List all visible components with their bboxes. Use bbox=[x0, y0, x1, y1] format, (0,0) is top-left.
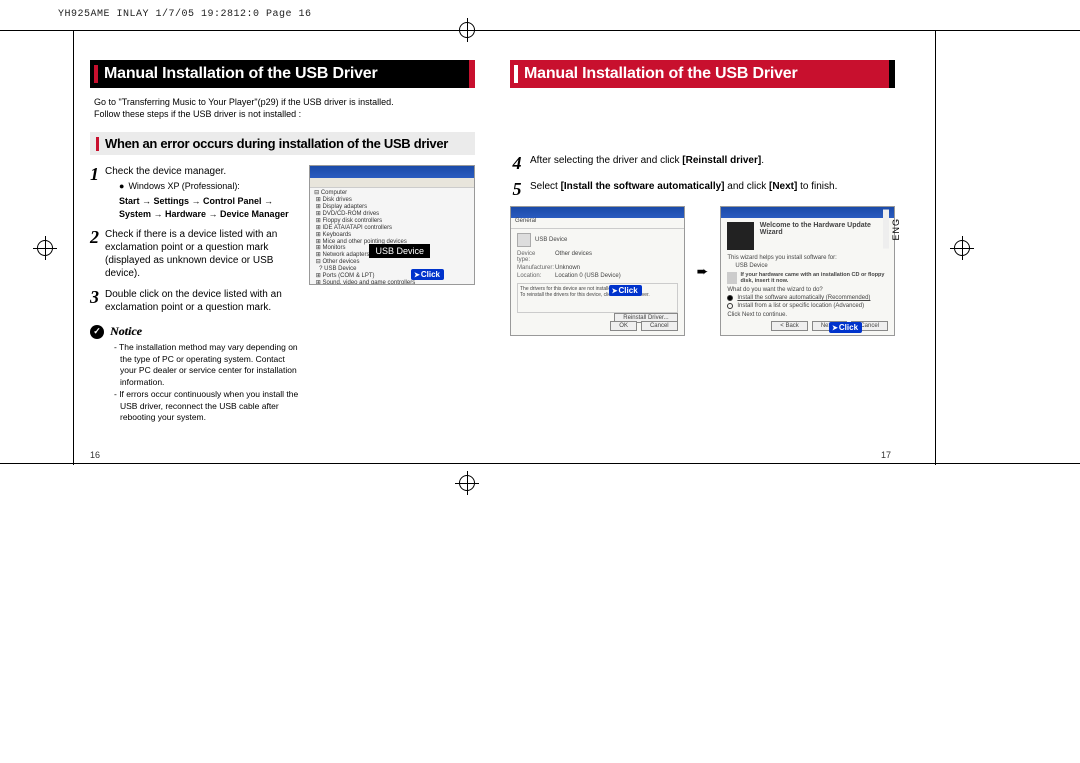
click-badge: Click bbox=[411, 269, 444, 280]
imposition-header: YH925AME INLAY 1/7/05 19:2812:0 Page 16 bbox=[58, 9, 312, 20]
click-badge: Click bbox=[829, 322, 862, 333]
title-endcap bbox=[889, 60, 895, 88]
section-heading: When an error occurs during installation… bbox=[90, 132, 475, 155]
step-text: Double click on the device listed with a… bbox=[105, 288, 301, 314]
step-number: 3 bbox=[90, 288, 99, 314]
page-number: 17 bbox=[881, 450, 891, 460]
crop-mark bbox=[935, 30, 936, 465]
notice-list: - The installation method may vary depen… bbox=[114, 342, 301, 423]
print-sheet: YH925AME INLAY 1/7/05 19:2812:0 Page 16 … bbox=[0, 0, 1080, 763]
section-heading-text: When an error occurs during installation… bbox=[105, 136, 448, 151]
step-2: 2 Check if there is a device listed with… bbox=[90, 228, 301, 280]
screenshot-device-properties: General USB Device Device type:Other dev… bbox=[510, 206, 685, 336]
screenshot-hardware-wizard: Welcome to the Hardware Update Wizard Th… bbox=[720, 206, 895, 336]
page-number: 16 bbox=[90, 450, 100, 460]
notice-heading: ✓ Notice bbox=[90, 324, 301, 339]
device-status-box: The drivers for this device are not inst… bbox=[517, 283, 678, 313]
crop-mark bbox=[0, 30, 1080, 31]
notice-item: - The installation method may vary depen… bbox=[114, 342, 301, 388]
window-titlebar bbox=[511, 207, 684, 218]
intro-line: Follow these steps if the USB driver is … bbox=[94, 108, 475, 120]
window-titlebar bbox=[721, 207, 894, 218]
step-3: 3 Double click on the device listed with… bbox=[90, 288, 301, 314]
registration-mark bbox=[33, 236, 57, 260]
step-number: 2 bbox=[90, 228, 99, 280]
device-icon bbox=[517, 233, 531, 247]
step-number: 4 bbox=[510, 154, 524, 172]
section-accent bbox=[96, 137, 99, 151]
back-button[interactable]: < Back bbox=[771, 321, 808, 331]
wizard-icon bbox=[727, 222, 753, 250]
language-tab: ENG bbox=[883, 210, 903, 249]
notice-item: - If errors occur continuously when you … bbox=[114, 389, 301, 423]
registration-mark bbox=[455, 471, 479, 495]
intro-line: Go to "Transferring Music to Your Player… bbox=[94, 96, 475, 108]
nav-path: Start → Settings → Control Panel → Syste… bbox=[119, 195, 301, 220]
page-title: Manual Installation of the USB Driver bbox=[524, 65, 798, 83]
notice-label: Notice bbox=[110, 324, 142, 339]
registration-mark bbox=[455, 18, 479, 42]
step-1: 1 Check the device manager. ●Windows XP … bbox=[90, 165, 301, 220]
step-text: Select [Install the software automatical… bbox=[530, 180, 837, 198]
step-text: Check if there is a device listed with a… bbox=[105, 228, 301, 280]
page-17: Manual Installation of the USB Driver 4 … bbox=[510, 60, 895, 460]
cd-icon bbox=[727, 272, 736, 284]
flow-arrow-icon: ➨ bbox=[697, 263, 709, 280]
ok-button[interactable]: OK bbox=[610, 321, 637, 331]
intro-text: Go to "Transferring Music to Your Player… bbox=[94, 96, 475, 120]
step-text: Check the device manager. bbox=[105, 166, 226, 177]
cancel-button[interactable]: Cancel bbox=[641, 321, 678, 331]
step-4: 4 After selecting the driver and click [… bbox=[510, 154, 895, 172]
wizard-option-manual[interactable]: Install from a list or specific location… bbox=[727, 303, 888, 309]
notice-icon: ✓ bbox=[90, 325, 104, 339]
page-title-bar: Manual Installation of the USB Driver bbox=[510, 60, 895, 88]
screenshot-device-manager: ⊟ Computer ⊞ Disk drives ⊞ Display adapt… bbox=[309, 165, 475, 285]
device-name: USB Device bbox=[535, 237, 567, 243]
wizard-option-auto[interactable]: Install the software automatically (Reco… bbox=[727, 295, 888, 301]
step-number: 5 bbox=[510, 180, 524, 198]
window-toolbar bbox=[310, 178, 474, 188]
title-endcap bbox=[469, 60, 475, 88]
properties-tab: General bbox=[511, 218, 684, 229]
page-title: Manual Installation of the USB Driver bbox=[104, 65, 378, 83]
device-tree: ⊟ Computer ⊞ Disk drives ⊞ Display adapt… bbox=[310, 188, 474, 285]
page-16: Manual Installation of the USB Driver Go… bbox=[90, 60, 475, 460]
window-titlebar bbox=[310, 166, 474, 178]
crop-mark bbox=[0, 463, 1080, 464]
step-text: After selecting the driver and click [Re… bbox=[530, 154, 764, 172]
title-accent bbox=[514, 65, 518, 83]
page-title-bar: Manual Installation of the USB Driver bbox=[90, 60, 475, 88]
crop-mark bbox=[73, 30, 74, 465]
usb-device-callout: USB Device bbox=[369, 244, 430, 258]
title-accent bbox=[94, 65, 98, 83]
step-number: 1 bbox=[90, 165, 99, 220]
step-5: 5 Select [Install the software automatic… bbox=[510, 180, 895, 198]
step-sub: ●Windows XP (Professional): bbox=[119, 181, 301, 193]
registration-mark bbox=[950, 236, 974, 260]
wizard-welcome: Welcome to the Hardware Update Wizard bbox=[760, 222, 888, 253]
click-badge: Click bbox=[609, 285, 642, 296]
